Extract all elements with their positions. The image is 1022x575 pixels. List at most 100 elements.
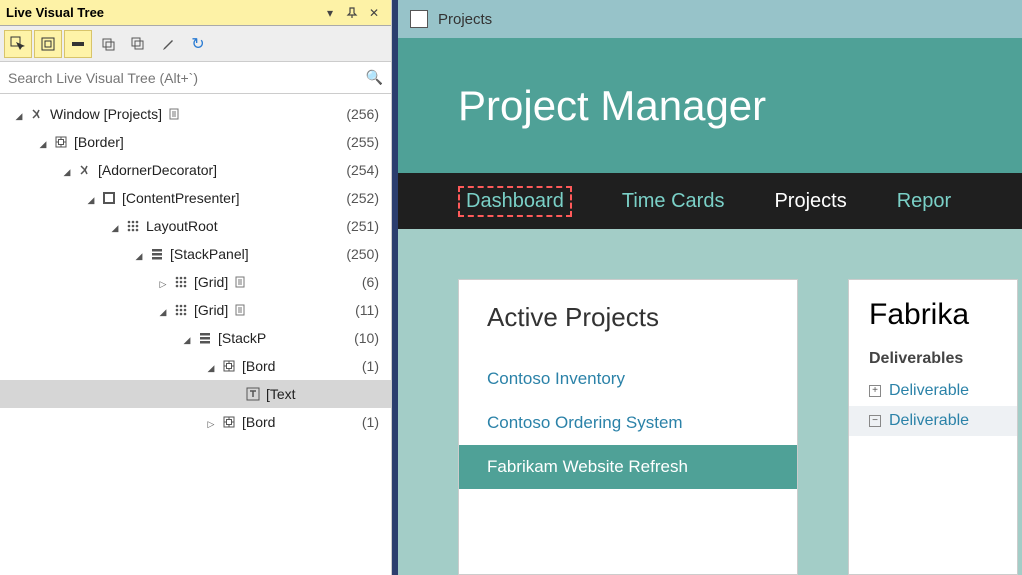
tree-label: LayoutRoot (146, 218, 218, 234)
expand-arrow-icon[interactable] (132, 246, 146, 262)
tree-count: (251) (346, 218, 379, 234)
nav-item-projects[interactable]: Projects (774, 190, 846, 213)
tree-count: (254) (346, 162, 379, 178)
deliverables-heading: Deliverables (869, 350, 997, 368)
tree-row[interactable]: [Grid] (6) (0, 268, 391, 296)
search-bar: 🔍 (0, 62, 391, 94)
tree-count: (255) (346, 134, 379, 150)
angle-icon (28, 105, 46, 123)
stack-icon (196, 329, 214, 347)
search-icon[interactable]: 🔍 (366, 69, 383, 86)
tree-count: (252) (346, 190, 379, 206)
track-focus-button[interactable] (64, 30, 92, 58)
expand-box-icon[interactable]: − (869, 415, 881, 427)
tree-row[interactable]: LayoutRoot (251) (0, 212, 391, 240)
select-element-button[interactable] (4, 30, 32, 58)
app-body: Active Projects Contoso InventoryContoso… (398, 229, 1022, 575)
expand-arrow-icon[interactable] (108, 218, 122, 234)
grid-dots-icon (124, 217, 142, 235)
app-titlebar: Projects (398, 0, 1022, 38)
border-icon (52, 133, 70, 151)
detail-card: Fabrika Deliverables +Deliverable−Delive… (848, 279, 1018, 575)
project-item[interactable]: Fabrikam Website Refresh (459, 445, 797, 489)
project-item[interactable]: Contoso Ordering System (487, 401, 769, 445)
visual-tree: Window [Projects] (256) [Border] (255) [Ador… (0, 94, 391, 575)
active-projects-card: Active Projects Contoso InventoryContoso… (458, 279, 798, 575)
project-item[interactable]: Contoso Inventory (487, 357, 769, 401)
tree-row[interactable]: [Text (0, 380, 391, 408)
border-icon (220, 357, 238, 375)
app-nav: Dashboard Time Cards Projects Repor (398, 173, 1022, 229)
tree-row[interactable]: [AdornerDecorator] (254) (0, 156, 391, 184)
tree-row[interactable]: [ContentPresenter] (252) (0, 184, 391, 212)
tree-row[interactable]: Window [Projects] (256) (0, 100, 391, 128)
tree-label: [ContentPresenter] (122, 190, 240, 206)
tree-label: Window [Projects] (50, 106, 162, 122)
doc-icon (234, 303, 248, 317)
close-icon[interactable]: ✕ (365, 4, 383, 22)
expand-arrow-icon[interactable] (180, 330, 194, 346)
text-icon (244, 385, 262, 403)
expand-arrow-icon[interactable] (60, 162, 74, 178)
pin-icon[interactable] (343, 4, 361, 22)
tree-label: [Border] (74, 134, 124, 150)
window-title: Projects (438, 11, 492, 28)
tree-count: (6) (362, 274, 379, 290)
expand-arrow-icon[interactable] (12, 106, 26, 122)
window-icon (410, 10, 428, 28)
tree-row[interactable]: [Border] (255) (0, 128, 391, 156)
tree-row[interactable]: [StackP(10) (0, 324, 391, 352)
app-header: Project Manager (398, 38, 1022, 173)
expand-arrow-icon[interactable] (204, 414, 218, 430)
angle-icon (76, 161, 94, 179)
search-input[interactable] (8, 70, 366, 86)
tree-label: [StackPanel] (170, 246, 249, 262)
tree-count: (250) (346, 246, 379, 262)
tree-row[interactable]: [StackPanel] (250) (0, 240, 391, 268)
tree-row[interactable]: [Grid] (11) (0, 296, 391, 324)
layout-adorners-button[interactable] (34, 30, 62, 58)
settings-button[interactable] (154, 30, 182, 58)
app-header-title: Project Manager (458, 82, 766, 130)
expand-arrow-icon[interactable] (36, 134, 50, 150)
refresh-button[interactable]: ↻ (184, 30, 212, 58)
panel-toolbar: ↻ (0, 26, 391, 62)
panel-header: Live Visual Tree ▾ ✕ (0, 0, 391, 26)
dropdown-icon[interactable]: ▾ (321, 4, 339, 22)
stack-icon (148, 245, 166, 263)
live-visual-tree-panel: Live Visual Tree ▾ ✕ ↻ 🔍 Window [P (0, 0, 392, 575)
deliverable-label: Deliverable (889, 382, 969, 400)
tree-count: (11) (355, 302, 379, 318)
tree-count: (1) (362, 358, 379, 374)
expand-box-icon[interactable]: + (869, 385, 881, 397)
tree-row[interactable]: [Bord (1) (0, 352, 391, 380)
deliverable-item[interactable]: + Deliverable (869, 376, 997, 406)
expand-arrow-icon[interactable] (156, 302, 170, 318)
expand-arrow-icon[interactable] (156, 274, 170, 290)
expand-arrow-icon[interactable] (84, 190, 98, 206)
tree-label: [Grid] (194, 274, 228, 290)
app-preview: Projects Project Manager Dashboard Time C… (392, 0, 1022, 575)
collapse-all-button[interactable] (124, 30, 152, 58)
nav-item-time-cards[interactable]: Time Cards (622, 190, 725, 213)
border-icon (220, 413, 238, 431)
grid-dots-icon (172, 273, 190, 291)
tree-label: [Text (266, 386, 296, 402)
tree-label: [Grid] (194, 302, 228, 318)
tree-label: [StackP (218, 330, 266, 346)
doc-icon (168, 107, 182, 121)
tree-label: [Bord (242, 414, 275, 430)
tree-label: [Bord (242, 358, 275, 374)
tree-count: (256) (346, 106, 379, 122)
detail-title: Fabrika (869, 298, 997, 332)
panel-title: Live Visual Tree (6, 5, 104, 20)
doc-icon (234, 275, 248, 289)
tree-row[interactable]: [Bord(1) (0, 408, 391, 436)
expand-arrow-icon[interactable] (204, 358, 218, 374)
nav-item-repor[interactable]: Repor (897, 190, 951, 213)
deliverable-label: Deliverable (889, 412, 969, 430)
expand-all-button[interactable] (94, 30, 122, 58)
tree-label: [AdornerDecorator] (98, 162, 217, 178)
deliverable-item[interactable]: −Deliverable (849, 406, 1017, 436)
nav-item-dashboard[interactable]: Dashboard (458, 186, 572, 217)
